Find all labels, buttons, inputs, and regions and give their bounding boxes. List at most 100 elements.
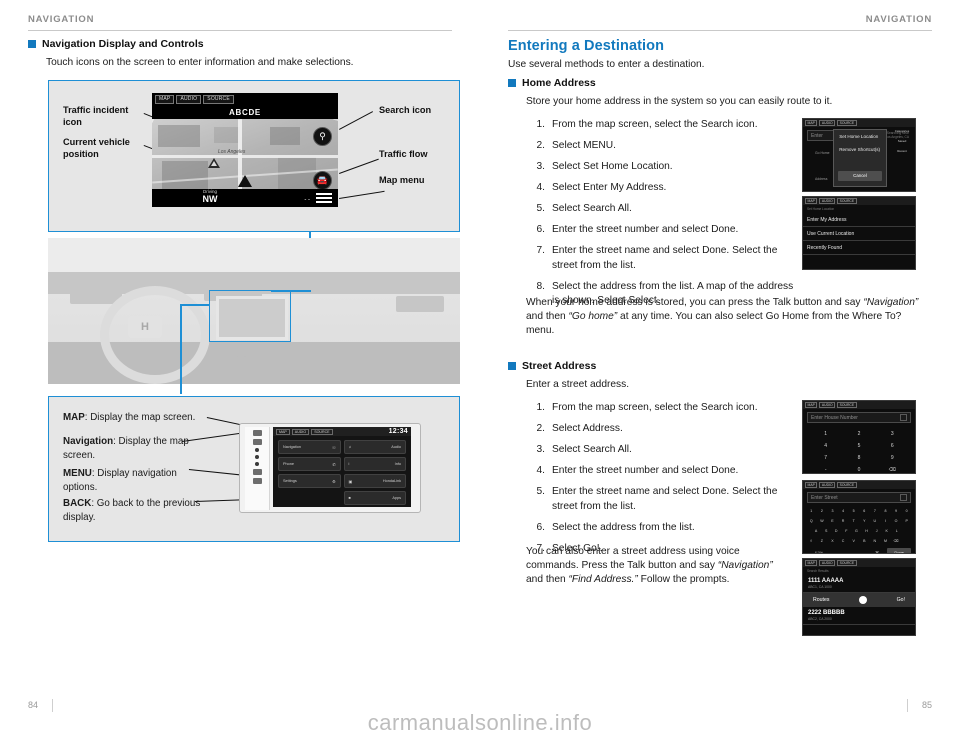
thumb-tile-go-home[interactable]: Go Home	[815, 151, 830, 155]
key[interactable]: 9	[891, 507, 902, 515]
backspace-icon[interactable]: ⌫	[876, 464, 909, 473]
thumb-side-recent[interactable]: Recent	[897, 149, 907, 153]
info-icon[interactable]	[859, 596, 868, 604]
key[interactable]: V	[848, 537, 859, 545]
cancel-button[interactable]: Cancel	[838, 170, 882, 181]
key[interactable]: 9	[876, 452, 909, 464]
thumb-tab-audio[interactable]: AUDIO	[819, 120, 836, 126]
key[interactable]: B	[859, 537, 870, 545]
tile-audio[interactable]: ♫ Audio	[343, 440, 406, 454]
list-item[interactable]: Use Current Location	[803, 227, 915, 241]
key[interactable]: U	[870, 517, 881, 525]
modal-item-set-home[interactable]: Set Home Location	[834, 130, 886, 143]
key[interactable]: J	[872, 527, 882, 535]
tile-navigation[interactable]: Navigation ☉	[278, 440, 341, 454]
street-input[interactable]: Enter Street	[807, 492, 911, 503]
thumb-side-saved[interactable]: Saved	[898, 139, 907, 143]
list-item[interactable]: Recently Found	[803, 241, 915, 255]
key[interactable]: C	[838, 537, 849, 545]
thumb-tab-audio[interactable]: AUDIO	[819, 198, 836, 204]
thumb-tab-map[interactable]: MAP	[805, 482, 818, 488]
key[interactable]: 6	[876, 440, 909, 452]
key[interactable]: 5	[842, 440, 875, 452]
tile-apps[interactable]: ■ Apps	[343, 491, 406, 505]
head-unit-side-buttons[interactable]	[245, 427, 270, 510]
keyboard-row-a[interactable]: A S D F G H J K L	[803, 526, 915, 536]
backspace-icon[interactable]: ⌫	[891, 537, 902, 545]
keyboard-row-q[interactable]: Q W E R T Y U I O P	[803, 516, 915, 526]
key[interactable]: N	[870, 537, 881, 545]
key[interactable]: O	[891, 517, 902, 525]
symbols-key[interactable]: &?%	[807, 548, 831, 553]
key[interactable]: 2	[817, 507, 828, 515]
result-item-1[interactable]: 1111 AAAAA ABC1, CA 1000	[803, 575, 915, 593]
nav-tab-source[interactable]: SOURCE	[203, 94, 234, 104]
volume-knob-icon[interactable]	[255, 455, 259, 459]
clear-icon[interactable]	[900, 494, 907, 501]
key[interactable]: 2	[842, 428, 875, 440]
key[interactable]: F	[841, 527, 851, 535]
modal-item-remove-shortcut[interactable]: Remove Shortcut(s)	[834, 143, 886, 156]
key[interactable]: 3	[876, 428, 909, 440]
thumb-tab-source[interactable]: SOURCE	[837, 198, 857, 204]
head-unit-screen[interactable]: MAP AUDIO SOURCE 12:34 Navigation ☉ Phone…	[273, 427, 411, 507]
hu-tab-map[interactable]: MAP	[276, 428, 290, 435]
menu-icon[interactable]	[252, 439, 262, 445]
hu-tab-audio[interactable]: AUDIO	[291, 428, 310, 435]
thumb-tab-audio[interactable]: AUDIO	[819, 482, 836, 488]
go-button[interactable]: Go!	[897, 597, 905, 603]
result-item-2[interactable]: 2222 BBBBB ABC2, CA 2000	[803, 607, 915, 625]
key[interactable]: Y	[859, 517, 870, 525]
thumb-tab-map[interactable]: MAP	[805, 402, 818, 408]
nav-tab-map[interactable]: MAP	[155, 94, 175, 104]
key[interactable]: I	[880, 517, 891, 525]
clear-icon[interactable]	[900, 414, 907, 421]
key[interactable]: 6	[859, 507, 870, 515]
tile-info[interactable]: i Info	[343, 457, 406, 471]
key[interactable]: G	[851, 527, 861, 535]
key[interactable]: 0	[842, 464, 875, 473]
key[interactable]: S	[821, 527, 831, 535]
thumb-tab-map[interactable]: MAP	[805, 120, 818, 126]
key[interactable]: 8	[842, 452, 875, 464]
key[interactable]: 1	[809, 428, 842, 440]
thumb-tab-source[interactable]: SOURCE	[837, 402, 857, 408]
thumb-tab-audio[interactable]: AUDIO	[819, 560, 836, 566]
key[interactable]: 4	[809, 440, 842, 452]
thumb-tab-audio[interactable]: AUDIO	[819, 402, 836, 408]
key[interactable]: Z	[817, 537, 828, 545]
thumb-tab-map[interactable]: MAP	[805, 198, 818, 204]
hu-tab-source[interactable]: SOURCE	[311, 428, 333, 435]
tile-hondalink[interactable]: ▣ HondaLink	[343, 474, 406, 488]
key[interactable]: 0	[901, 507, 912, 515]
map-canvas[interactable]: Los Angeles ⚲ 🚘 Driving NW - -	[152, 119, 338, 207]
thumb-tile-address[interactable]: Address	[815, 177, 827, 181]
key[interactable]: 1	[806, 507, 817, 515]
hamburger-icon[interactable]	[316, 191, 332, 204]
key[interactable]: 7	[870, 507, 881, 515]
key[interactable]: K	[882, 527, 892, 535]
house-number-input[interactable]: Enter House Number	[807, 412, 911, 423]
list-item[interactable]: Enter My Address	[803, 213, 915, 227]
key[interactable]: 5	[848, 507, 859, 515]
key[interactable]: 7	[809, 452, 842, 464]
key[interactable]: X	[827, 537, 838, 545]
search-icon[interactable]: ⚲	[313, 127, 332, 146]
key[interactable]: 8	[880, 507, 891, 515]
key[interactable]: -	[809, 464, 842, 473]
space-key[interactable]: ␣	[834, 548, 867, 553]
keyboard-row-z[interactable]: ⇧ Z X C V B N M ⌫	[803, 536, 915, 546]
tile-phone[interactable]: Phone ✆	[278, 457, 341, 471]
key[interactable]: M	[880, 537, 891, 545]
tile-settings[interactable]: Settings ⚙	[278, 474, 341, 488]
key[interactable]: H	[861, 527, 871, 535]
nav-tab-audio[interactable]: AUDIO	[176, 94, 202, 104]
key[interactable]: R	[838, 517, 849, 525]
numeric-keypad[interactable]: 1 2 3 4 5 6 7 8 9 - 0 ⌫	[803, 426, 915, 473]
home-icon[interactable]	[252, 430, 262, 436]
thumb-tab-source[interactable]: SOURCE	[837, 482, 857, 488]
thumb-tab-source[interactable]: SOURCE	[837, 560, 857, 566]
shift-icon[interactable]: ⇧	[806, 537, 817, 545]
key[interactable]: D	[831, 527, 841, 535]
done-button[interactable]: Done	[887, 548, 911, 553]
